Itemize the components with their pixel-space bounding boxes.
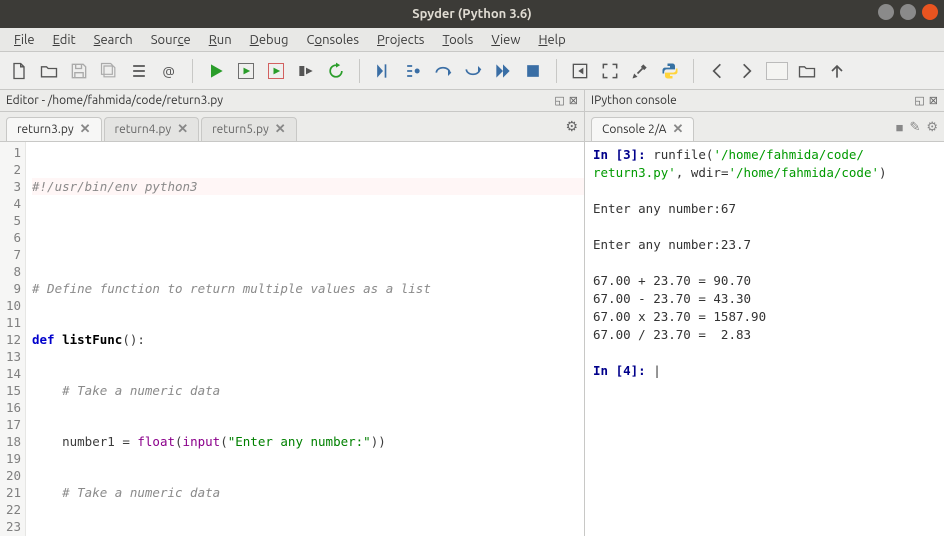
menu-debug[interactable]: Debug	[242, 31, 297, 49]
tab-label: Console 2/A	[602, 123, 666, 136]
menu-help[interactable]: Help	[530, 31, 573, 49]
tab-label: return4.py	[115, 123, 172, 136]
gear-icon[interactable]: ⚙	[565, 118, 578, 135]
open-file-icon[interactable]	[38, 60, 60, 82]
at-icon[interactable]: @	[158, 60, 180, 82]
debug-stepover-icon[interactable]	[432, 60, 454, 82]
close-icon[interactable]: ✕	[177, 122, 188, 137]
editor-header: Editor - /home/fahmida/code/return3.py ◱…	[0, 90, 584, 112]
menu-run[interactable]: Run	[201, 31, 240, 49]
tab-label: return5.py	[212, 123, 269, 136]
pane-popout-icon[interactable]: ◱	[554, 94, 564, 107]
debug-step-icon[interactable]	[372, 60, 394, 82]
console-output[interactable]: In [3]: runfile('/home/fahmida/code/ ret…	[585, 142, 944, 536]
save-all-icon[interactable]	[98, 60, 120, 82]
save-icon[interactable]	[68, 60, 90, 82]
run-icon[interactable]	[205, 60, 227, 82]
tab-return4[interactable]: return4.py ✕	[104, 117, 200, 141]
close-icon[interactable]: ✕	[672, 122, 683, 137]
workingdir-dropdown[interactable]	[766, 62, 788, 80]
run-cell-icon[interactable]	[235, 60, 257, 82]
console-pane: IPython console ◱ ⊠ Console 2/A ✕ ■ ✎ ⚙ In…	[585, 90, 944, 536]
tab-return5[interactable]: return5.py ✕	[201, 117, 297, 141]
fullscreen-icon[interactable]	[599, 60, 621, 82]
editor-title: Editor - /home/fahmida/code/return3.py	[6, 94, 554, 107]
pane-close-icon[interactable]: ⊠	[569, 94, 578, 107]
editor-tabs: return3.py ✕ return4.py ✕ return5.py ✕ ⚙	[0, 112, 584, 142]
toolbar-separator	[192, 59, 193, 83]
console-tabs: Console 2/A ✕ ■ ✎ ⚙	[585, 112, 944, 142]
editor-pane: Editor - /home/fahmida/code/return3.py ◱…	[0, 90, 585, 536]
main-area: Editor - /home/fahmida/code/return3.py ◱…	[0, 90, 944, 536]
menu-edit[interactable]: Edit	[45, 31, 84, 49]
menu-tools[interactable]: Tools	[434, 31, 481, 49]
run-cell-advance-icon[interactable]	[265, 60, 287, 82]
menu-consoles[interactable]: Consoles	[299, 31, 367, 49]
parent-dir-icon[interactable]	[826, 60, 848, 82]
toolbar-separator	[359, 59, 360, 83]
window-controls	[878, 4, 938, 20]
stop-console-icon[interactable]: ■	[896, 120, 904, 135]
console-title: IPython console	[591, 94, 914, 107]
run-selection-icon[interactable]	[295, 60, 317, 82]
minimize-button[interactable]	[878, 4, 894, 20]
menubar: File Edit Search Source Run Debug Consol…	[0, 28, 944, 52]
pane-close-icon[interactable]: ⊠	[929, 94, 938, 107]
menu-file[interactable]: File	[6, 31, 43, 49]
new-file-icon[interactable]	[8, 60, 30, 82]
tab-console2a[interactable]: Console 2/A ✕	[591, 117, 694, 141]
python-icon[interactable]	[659, 60, 681, 82]
code-editor[interactable]: 123456789101112131415161718192021222324 …	[0, 142, 584, 536]
tab-return3[interactable]: return3.py ✕	[6, 117, 102, 141]
preferences-icon[interactable]	[629, 60, 651, 82]
clear-console-icon[interactable]: ✎	[909, 120, 920, 135]
gear-icon[interactable]: ⚙	[926, 120, 938, 135]
maximize-button[interactable]	[900, 4, 916, 20]
list-icon[interactable]	[128, 60, 150, 82]
toolbar-separator	[556, 59, 557, 83]
window-titlebar: Spyder (Python 3.6)	[0, 0, 944, 28]
back-icon[interactable]	[706, 60, 728, 82]
console-header: IPython console ◱ ⊠	[585, 90, 944, 112]
forward-icon[interactable]	[736, 60, 758, 82]
rerun-icon[interactable]	[325, 60, 347, 82]
close-button[interactable]	[922, 4, 938, 20]
close-icon[interactable]: ✕	[275, 122, 286, 137]
debug-continue-icon[interactable]	[492, 60, 514, 82]
menu-projects[interactable]: Projects	[369, 31, 432, 49]
close-icon[interactable]: ✕	[80, 122, 91, 137]
maximize-pane-icon[interactable]	[569, 60, 591, 82]
debug-stepout-icon[interactable]	[462, 60, 484, 82]
menu-source[interactable]: Source	[143, 31, 199, 49]
menu-search[interactable]: Search	[86, 31, 141, 49]
debug-stepinto-icon[interactable]	[402, 60, 424, 82]
stop-icon[interactable]	[522, 60, 544, 82]
svg-text:@: @	[162, 64, 175, 79]
tab-label: return3.py	[17, 123, 74, 136]
line-gutter: 123456789101112131415161718192021222324	[0, 142, 26, 536]
browse-folder-icon[interactable]	[796, 60, 818, 82]
toolbar-separator	[693, 59, 694, 83]
window-title: Spyder (Python 3.6)	[412, 7, 531, 21]
menu-view[interactable]: View	[483, 31, 528, 49]
pane-popout-icon[interactable]: ◱	[914, 94, 924, 107]
code-content[interactable]: #!/usr/bin/env python3 # Define function…	[26, 142, 584, 536]
toolbar: @	[0, 52, 944, 90]
